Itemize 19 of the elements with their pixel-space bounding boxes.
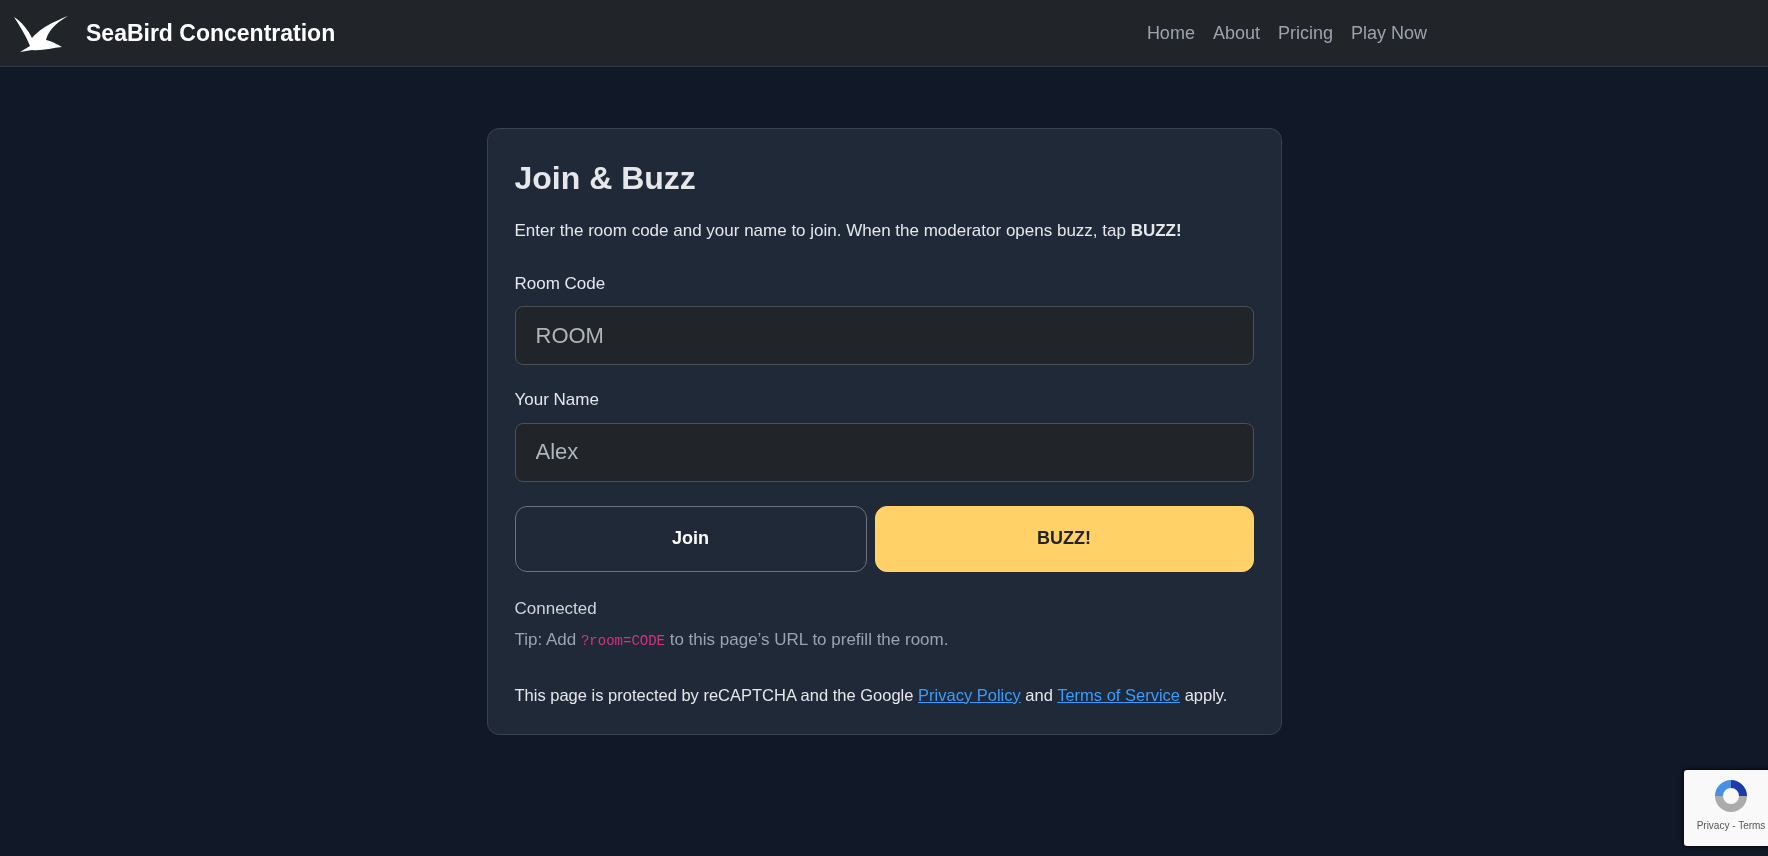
brand-name[interactable]: SeaBird Concentration [86, 15, 336, 51]
nav-link[interactable]: Home [1137, 19, 1204, 47]
nav-link[interactable]: Pricing [1268, 19, 1342, 47]
privacy-terms-link[interactable]: Privacy - Terms [1696, 818, 1766, 833]
privacy-policy-link[interactable]: Privacy Policy [918, 685, 1021, 704]
nav-link[interactable]: Play Now [1341, 19, 1436, 47]
recaptcha-notice: This page is protected by reCAPTCHA and the Google Privacy Policy and Terms of Service apply. [514, 684, 1229, 706]
field-label: Room Code [514, 272, 606, 295]
tip-text: Tip: Add ?room=CODE to this page’s URL to prefill the room. [514, 629, 950, 652]
input-field[interactable]: Alex [514, 422, 1254, 482]
status-text: Connected [514, 597, 598, 620]
input-field[interactable]: ROOM [514, 306, 1254, 366]
nav-link[interactable]: About [1203, 19, 1269, 47]
buzz-button[interactable]: BUZZ! [874, 505, 1254, 572]
join-button[interactable]: Join [514, 505, 867, 572]
field-label: Your Name [514, 389, 599, 412]
terms-link[interactable]: Terms of Service [1057, 685, 1181, 704]
intro-text: Enter the room code and your name to join. When the moderator opens buzz, tap BUZZ! [514, 220, 1183, 243]
card-title: Join & Buzz [514, 159, 697, 198]
